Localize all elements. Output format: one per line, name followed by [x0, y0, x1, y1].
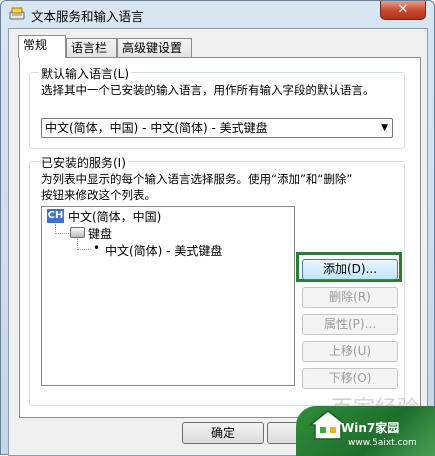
ok-button[interactable]: 确定 [182, 422, 264, 444]
close-icon: ✕ [397, 2, 409, 17]
tab-advanced-key-settings-label: 高级键设置 [122, 41, 183, 55]
tree-item-language[interactable]: 中文(简体，中国) [68, 208, 161, 225]
app-keyboard-icon [9, 7, 25, 20]
default-language-dropdown[interactable]: 中文(简体，中国) - 中文(简体) - 美式键盘 ▼ [41, 118, 393, 138]
properties-button[interactable]: 属性(P)... [302, 314, 398, 335]
default-language-selected: 中文(简体，中国) - 中文(简体) - 美式键盘 [45, 121, 268, 135]
close-button[interactable]: ✕ [380, 1, 426, 20]
keyboard-icon [70, 227, 85, 238]
default-language-legend: 默认输入语言(L) [39, 65, 132, 82]
move-down-button[interactable]: 下移(O) [302, 368, 398, 389]
installed-services-legend: 已安装的服务(I) [39, 154, 128, 171]
tree-item-service[interactable]: 中文(简体) - 美式键盘 [105, 242, 222, 259]
tab-general-label: 常规 [23, 38, 48, 52]
tree-item-keyboard[interactable]: 键盘 [88, 225, 112, 242]
installed-services-description-line1: 为列表中显示的每个输入语言选择服务。使用“添加”和“删除” [41, 172, 353, 186]
language-badge-icon[interactable]: CH [47, 209, 64, 223]
move-up-button[interactable]: 上移(U) [302, 341, 398, 362]
services-tree[interactable]: CH 中文(简体，中国) 键盘 • 中文(简体) - 美式键盘 [41, 206, 295, 386]
default-language-description: 选择其中一个已安装的输入语言，用作所有输入字段的默认语言。 [41, 83, 375, 97]
tree-connector [55, 233, 69, 234]
chevron-down-icon: ▼ [381, 123, 388, 133]
title-bar[interactable]: 文本服务和输入语言 ✕ [1, 1, 434, 27]
tab-language-bar[interactable]: 语言栏 [66, 38, 117, 57]
remove-button[interactable]: 删除(R) [302, 287, 398, 308]
tree-connector [77, 249, 91, 250]
dialog-window: 文本服务和输入语言 ✕ 常规 语言栏 高级键设置 默认输入语言(L) 选择其中一… [0, 0, 435, 456]
tab-language-bar-label: 语言栏 [71, 41, 108, 55]
tab-advanced-key-settings[interactable]: 高级键设置 [117, 38, 192, 57]
watermark-url: www.5aixt.com [348, 438, 417, 448]
installed-services-description-line2: 按钮来修改这个列表。 [41, 188, 156, 202]
tree-bullet-icon: • [93, 241, 101, 255]
add-button[interactable]: 添加(D)... [302, 259, 398, 280]
watermark-brand: Win7家园 [341, 421, 400, 435]
window-title: 文本服务和输入语言 [31, 9, 144, 24]
tab-general[interactable]: 常规 [18, 35, 66, 58]
